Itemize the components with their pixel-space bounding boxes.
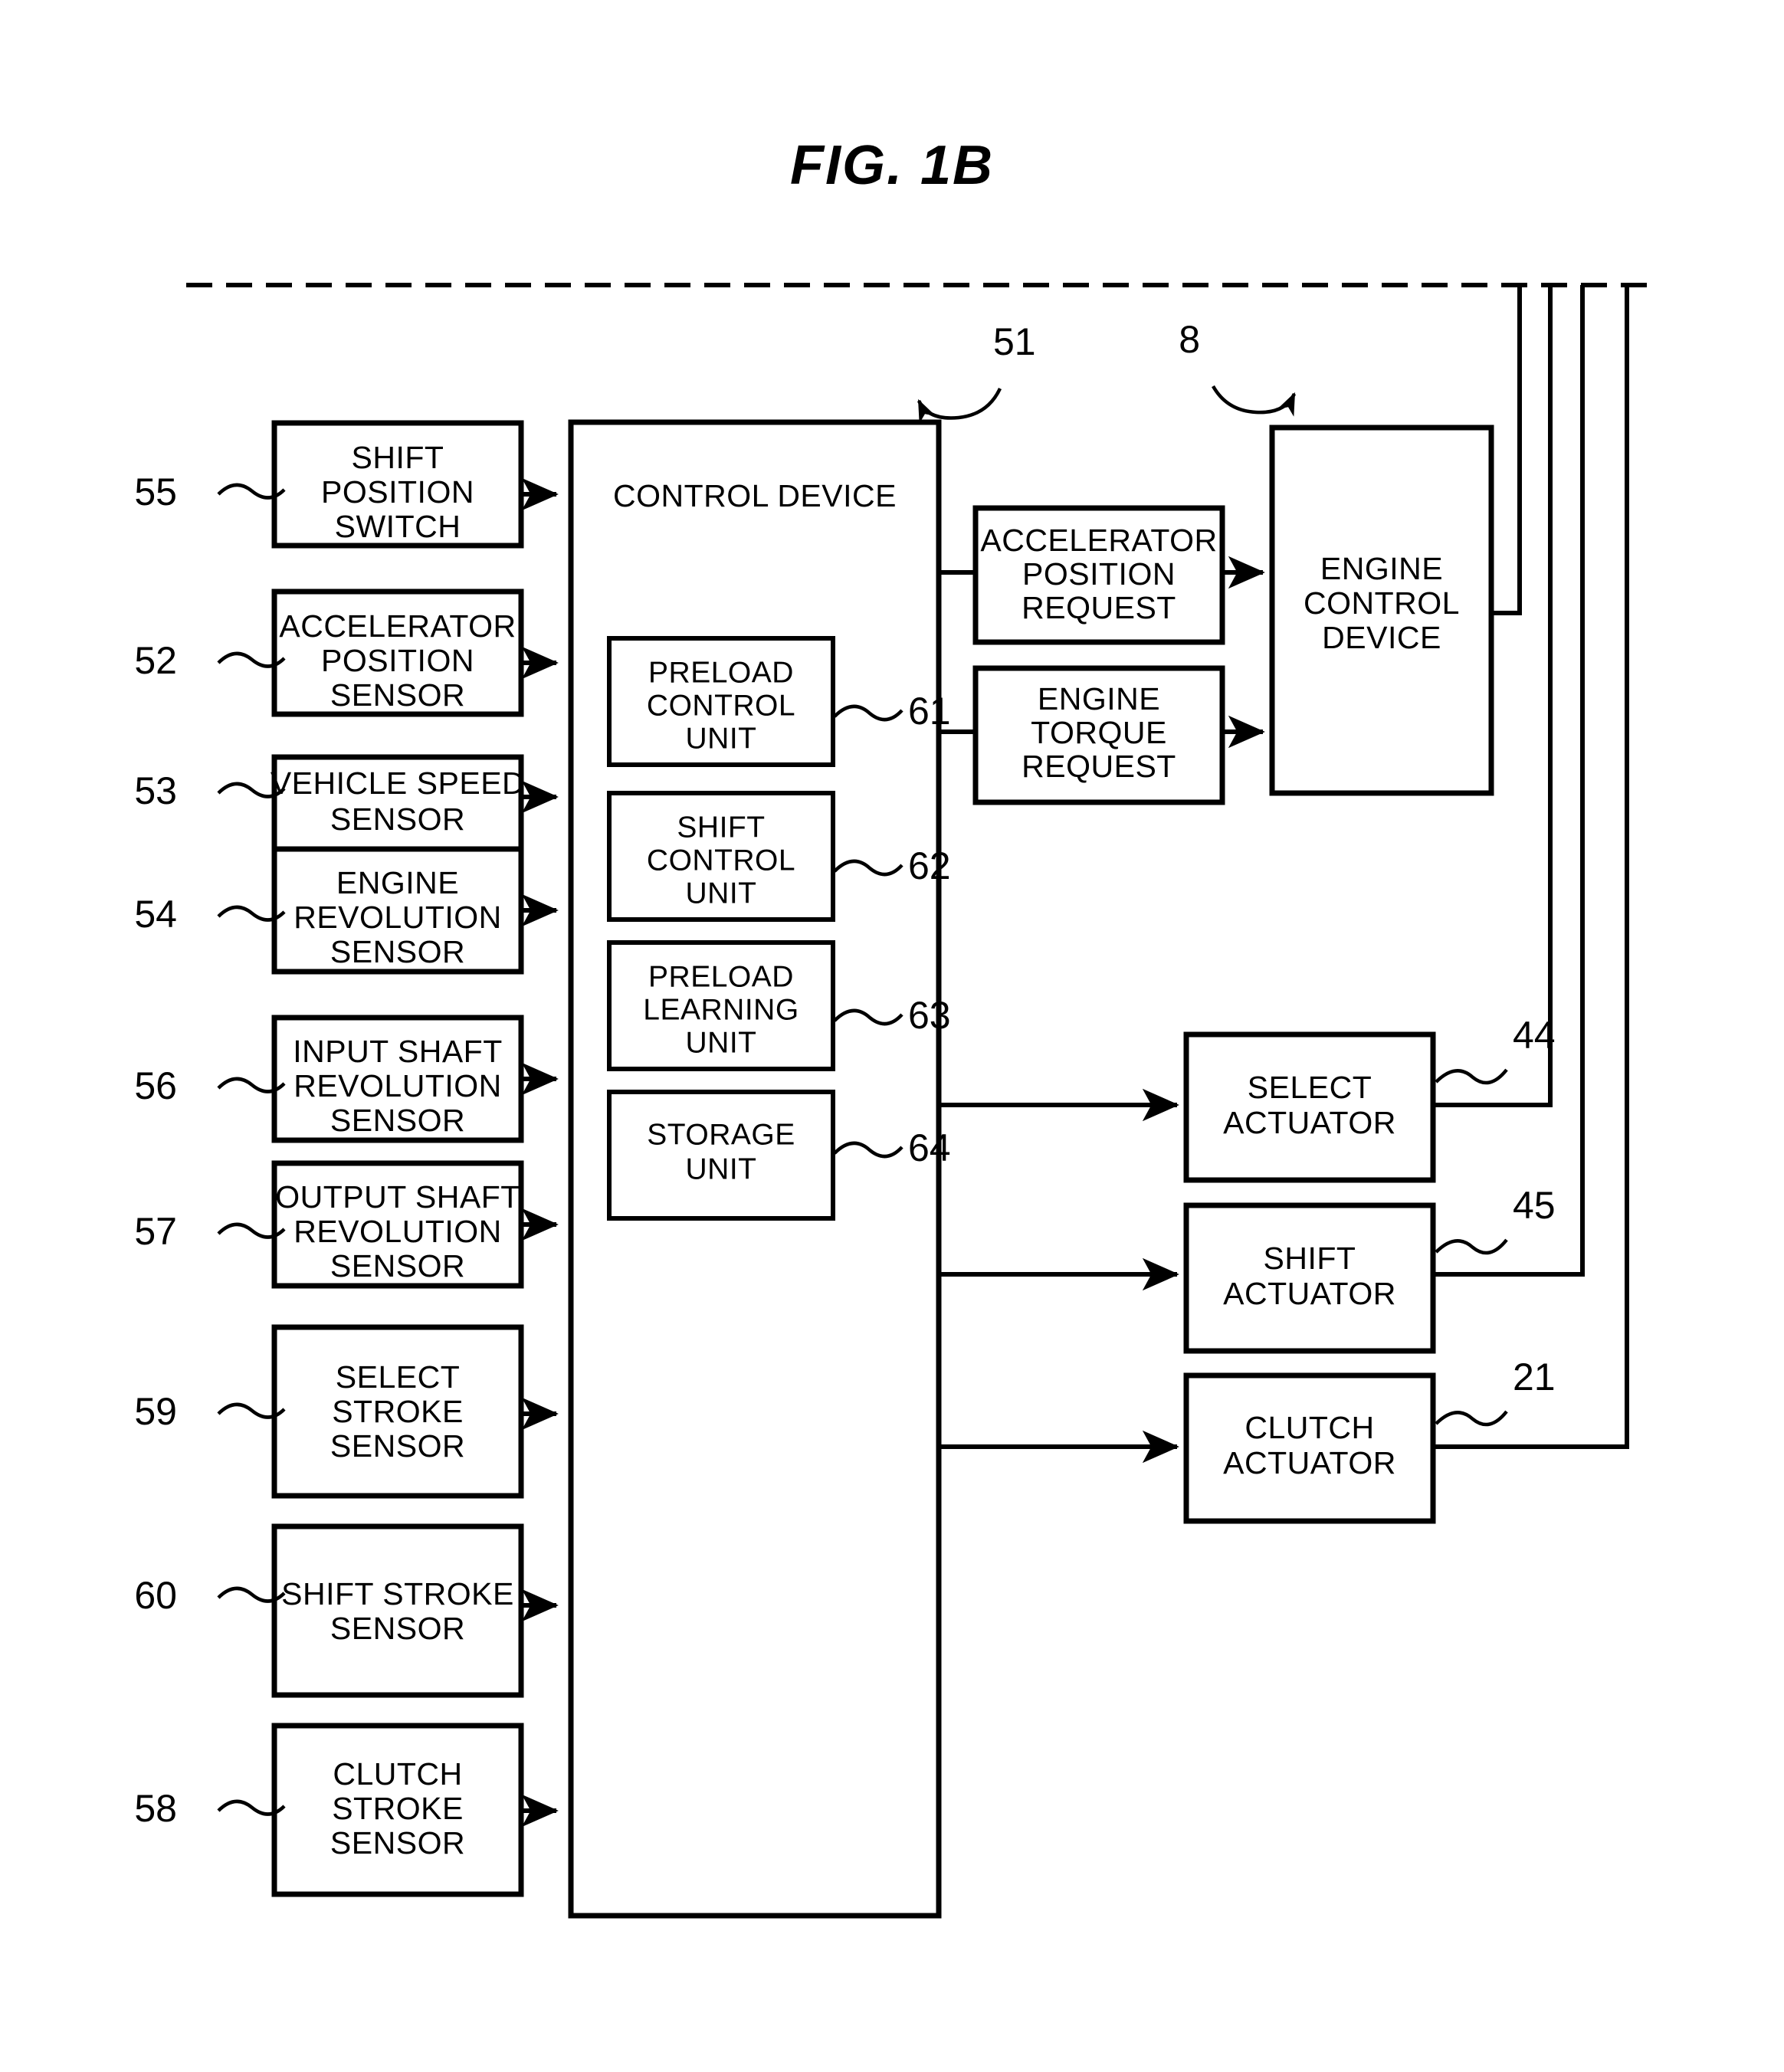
inner-unit-label-line: SHIFT (677, 811, 765, 844)
sensor-box-output-shaft-revolution-sensor: OUTPUT SHAFT REVOLUTION SENSOR 57 (134, 1160, 559, 1289)
reference-numeral: 54 (134, 893, 177, 936)
request-label-line: REQUEST (1022, 590, 1176, 625)
sensor-label-line: SENSOR (330, 677, 465, 713)
sensor-label-line: STROKE (332, 1791, 464, 1826)
sensor-label-line: INPUT SHAFT (293, 1034, 503, 1069)
leader-arrow-engine-control-device (1212, 385, 1297, 417)
inner-unit-label-line: PRELOAD (648, 656, 794, 689)
reference-numeral: 58 (134, 1787, 177, 1830)
leader-squiggle (1435, 1238, 1508, 1255)
actuator-label-line: ACTUATOR (1223, 1105, 1396, 1140)
actuator-box-shift-actuator: SHIFT ACTUATOR 45 (939, 1184, 1556, 1354)
reference-numeral: 21 (1513, 1356, 1556, 1398)
inner-unit-label-line: CONTROL (647, 689, 795, 722)
engine-control-device-box: ENGINE CONTROL DEVICE 8 (1179, 318, 1494, 796)
sensor-label-line: SELECT (336, 1359, 461, 1395)
sensor-label-line: POSITION (321, 474, 474, 510)
control-device-title: CONTROL DEVICE (613, 478, 897, 513)
reference-numeral: 45 (1513, 1184, 1556, 1227)
request-label-line: TORQUE (1031, 715, 1167, 750)
actuator-label-line: SHIFT (1264, 1241, 1356, 1276)
sensor-label-line: SWITCH (335, 509, 461, 544)
reference-numeral: 60 (134, 1574, 177, 1617)
inner-unit-label-line: UNIT (686, 1026, 757, 1059)
reference-numeral: 57 (134, 1210, 177, 1253)
reference-numeral: 51 (993, 320, 1036, 363)
sensor-label-line: SENSOR (330, 802, 465, 837)
reference-numeral: 62 (908, 844, 951, 887)
reference-numeral: 61 (908, 690, 951, 733)
reference-numeral: 8 (1179, 318, 1200, 361)
request-box-accelerator-position-request: ACCELERATOR POSITION REQUEST (939, 505, 1265, 645)
sensor-label-line: VEHICLE SPEED (271, 766, 525, 801)
actuator-box-clutch-actuator: CLUTCH ACTUATOR 21 (939, 1356, 1556, 1524)
sensor-label-line: SENSOR (330, 1611, 465, 1646)
sensor-label-line: REVOLUTION (294, 1068, 502, 1103)
actuator-label-line: ACTUATOR (1223, 1276, 1396, 1311)
leader-squiggle (1435, 1068, 1508, 1085)
control-device-box: CONTROL DEVICE 51 PRELOAD CONTROL UNIT 6… (568, 320, 1036, 1919)
sensor-label-line: STROKE (332, 1394, 464, 1429)
sensor-label-line: POSITION (321, 643, 474, 678)
inner-unit-label-line: STORAGE (647, 1118, 795, 1151)
inner-unit-label-line: UNIT (686, 1152, 757, 1185)
actuator-label-line: CLUTCH (1245, 1410, 1374, 1445)
engine-control-label-line: DEVICE (1322, 620, 1441, 655)
sensor-label-line: SENSOR (330, 1825, 465, 1861)
sensor-box-engine-revolution-sensor: ENGINE REVOLUTION SENSOR 54 (134, 846, 559, 975)
reference-numeral: 52 (134, 639, 177, 682)
request-label-line: REQUEST (1022, 749, 1176, 784)
sensor-box-accelerator-position-sensor: ACCELERATOR POSITION SENSOR 52 (134, 588, 559, 717)
inner-unit-label-line: CONTROL (647, 844, 795, 877)
sensor-label-line: SENSOR (330, 1248, 465, 1284)
sensor-box-select-stroke-sensor: SELECT STROKE SENSOR 59 (134, 1324, 559, 1499)
sensor-label-line: SENSOR (330, 1103, 465, 1138)
actuator-box-select-actuator: SELECT ACTUATOR 44 (939, 1014, 1556, 1183)
sensor-box-vehicle-speed-sensor: VEHICLE SPEED SENSOR 53 (134, 754, 559, 852)
figure-title: FIG. 1B (790, 135, 994, 196)
sensor-box-input-shaft-revolution-sensor: INPUT SHAFT REVOLUTION SENSOR 56 (134, 1015, 559, 1143)
reference-numeral: 59 (134, 1390, 177, 1433)
sensor-box-clutch-stroke-sensor: CLUTCH STROKE SENSOR 58 (134, 1723, 559, 1897)
return-line-engine-control-device (1491, 285, 1522, 615)
actuator-label-line: SELECT (1248, 1070, 1372, 1105)
reference-numeral: 64 (908, 1126, 951, 1169)
sensor-label-line: SHIFT STROKE (281, 1576, 514, 1611)
figure-root: FIG. 1B SHIFT POSITION SWITCH 55 ACCELER… (0, 0, 1784, 2072)
patent-figure-diagram: FIG. 1B SHIFT POSITION SWITCH 55 ACCELER… (134, 135, 1654, 1919)
inner-unit-label-line: UNIT (686, 877, 757, 910)
sensor-label-line: REVOLUTION (294, 1214, 502, 1249)
inner-unit-label-line: PRELOAD (648, 960, 794, 993)
sensor-label-line: CLUTCH (333, 1756, 462, 1792)
inner-unit-label-line: LEARNING (643, 993, 799, 1026)
reference-numeral: 56 (134, 1064, 177, 1107)
sensor-label-line: SHIFT (352, 440, 444, 475)
request-label-line: POSITION (1022, 556, 1176, 592)
leader-arrow-control-device (917, 388, 1002, 424)
sensor-box-shift-position-switch: SHIFT POSITION SWITCH 55 (134, 420, 559, 549)
sensor-label-line: REVOLUTION (294, 900, 502, 935)
leader-squiggle (1435, 1410, 1508, 1427)
reference-numeral: 55 (134, 470, 177, 513)
engine-control-label-line: CONTROL (1304, 585, 1460, 621)
engine-control-label-line: ENGINE (1320, 551, 1443, 586)
sensor-box-shift-stroke-sensor: SHIFT STROKE SENSOR 60 (134, 1523, 559, 1698)
reference-numeral: 63 (908, 994, 951, 1037)
sensor-label-line: ACCELERATOR (279, 608, 516, 644)
inner-unit-label-line: UNIT (686, 722, 757, 755)
reference-numeral: 53 (134, 769, 177, 812)
request-label-line: ACCELERATOR (980, 523, 1217, 558)
sensor-label-line: SENSOR (330, 1428, 465, 1464)
sensor-label-line: SENSOR (330, 934, 465, 969)
actuator-label-line: ACTUATOR (1223, 1445, 1396, 1480)
request-label-line: ENGINE (1038, 681, 1160, 716)
request-box-engine-torque-request: ENGINE TORQUE REQUEST (939, 665, 1265, 805)
sensor-label-line: OUTPUT SHAFT (275, 1179, 520, 1215)
sensor-label-line: ENGINE (336, 865, 459, 900)
